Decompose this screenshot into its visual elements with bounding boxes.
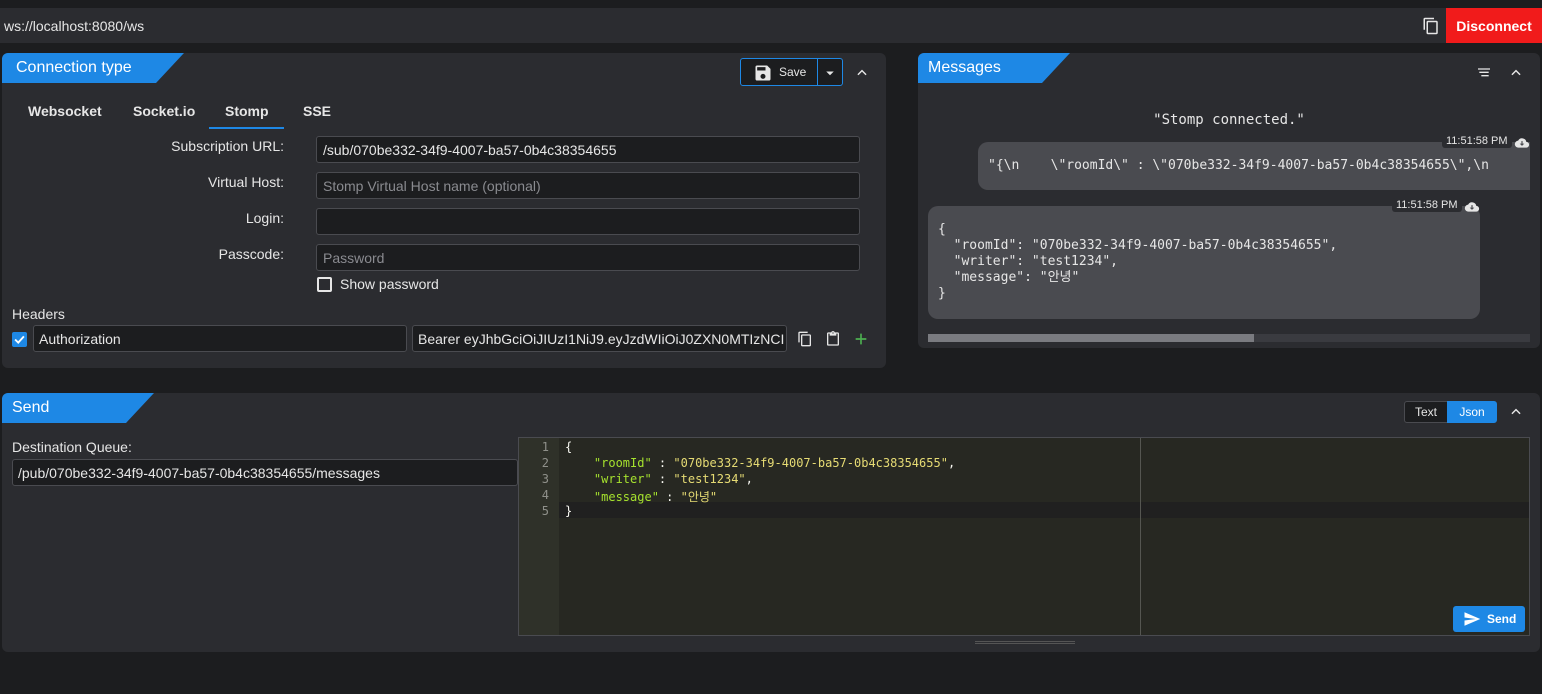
add-header-icon[interactable] [853, 331, 869, 347]
code-line: "message" : "안녕" [593, 490, 718, 504]
passcode-label: Passcode: [218, 246, 284, 262]
messages-scrollbar-thumb[interactable] [928, 334, 1254, 342]
header-key-input[interactable]: Authorization [33, 325, 407, 352]
tab-sse[interactable]: SSE [303, 103, 331, 119]
virtual-host-input[interactable]: Stomp Virtual Host name (optional) [316, 172, 860, 199]
url-text[interactable]: ws://localhost:8080/ws [4, 18, 144, 34]
destination-label: Destination Queue: [12, 439, 132, 455]
message-text: "{\n \"roomId\" : \"070be332-34f9-4007-b… [988, 158, 1489, 173]
connection-panel-title: Connection type [2, 53, 184, 83]
tab-socketio[interactable]: Socket.io [133, 103, 195, 119]
cloud-download-icon[interactable] [1464, 200, 1480, 214]
send-panel-title: Send [2, 393, 154, 423]
passcode-input[interactable]: Password [316, 244, 860, 271]
disconnect-button[interactable]: Disconnect [1446, 8, 1542, 43]
code-line: "writer" : "test1234", [593, 472, 753, 486]
status-message: "Stomp connected." [1153, 112, 1305, 128]
virtual-host-label: Virtual Host: [208, 174, 284, 190]
header-enabled-checkbox[interactable] [12, 332, 27, 347]
messages-panel-title: Messages [918, 53, 1070, 83]
copy-header-icon[interactable] [797, 331, 813, 347]
line-number: 5 [541, 504, 549, 518]
code-line: { [565, 440, 573, 454]
line-number: 4 [541, 488, 549, 502]
resize-handle[interactable] [975, 641, 1075, 644]
check-icon [14, 335, 25, 344]
collapse-connection-icon[interactable] [855, 66, 869, 80]
show-password-checkbox[interactable] [317, 277, 332, 292]
subscription-url-input[interactable]: /sub/070be332-34f9-4007-ba57-0b4c3835465… [316, 136, 860, 163]
paste-header-icon[interactable] [825, 331, 841, 347]
cloud-download-icon[interactable] [1514, 136, 1530, 150]
header-value-input[interactable]: Bearer eyJhbGciOiJIUzI1NiJ9.eyJzdWIiOiJ0… [412, 325, 787, 352]
line-number: 2 [541, 456, 549, 470]
line-number: 1 [541, 440, 549, 454]
save-label: Save [779, 65, 807, 79]
active-tab-indicator [209, 127, 284, 129]
line-number: 3 [541, 472, 549, 486]
send-label: Send [1487, 612, 1517, 626]
message-timestamp: 11:51:58 PM [1392, 198, 1462, 212]
show-password-label: Show password [340, 276, 439, 292]
editor-print-margin [1140, 438, 1141, 635]
destination-input[interactable]: /pub/070be332-34f9-4007-ba57-0b4c3835465… [12, 459, 518, 486]
subscription-url-label: Subscription URL: [171, 138, 284, 154]
headers-label: Headers [12, 306, 65, 322]
collapse-messages-icon[interactable] [1509, 66, 1523, 80]
code-line: "roomId" : "070be332-34f9-4007-ba57-0b4c… [593, 456, 956, 470]
save-separator [817, 59, 818, 85]
connection-bar: ws://localhost:8080/ws Disconnect [0, 8, 1542, 43]
json-editor[interactable]: 1 2 3 4 5 { "roomId" : "070be332-34f9-40… [518, 437, 1530, 636]
message-text: { "roomId": "070be332-34f9-4007-ba57-0b4… [938, 222, 1338, 301]
message-timestamp: 11:51:58 PM [1442, 134, 1512, 148]
send-icon [1464, 612, 1481, 626]
tab-stomp[interactable]: Stomp [225, 103, 269, 119]
collapse-send-icon[interactable] [1509, 405, 1523, 419]
format-json-button[interactable]: Json [1447, 401, 1497, 423]
copy-icon[interactable] [1422, 17, 1440, 35]
login-label: Login: [245, 210, 284, 226]
chevron-down-icon[interactable] [821, 64, 839, 82]
message-bubble[interactable]: { "roomId": "070be332-34f9-4007-ba57-0b4… [928, 206, 1480, 319]
message-bubble[interactable]: "{\n \"roomId\" : \"070be332-34f9-4007-b… [978, 142, 1530, 190]
clear-messages-icon[interactable] [1476, 65, 1492, 81]
tab-websocket[interactable]: Websocket [28, 103, 102, 119]
save-button[interactable]: Save [740, 58, 843, 86]
send-button[interactable]: Send [1453, 606, 1525, 632]
code-line: } [565, 504, 573, 518]
save-icon [755, 65, 771, 81]
format-text-button[interactable]: Text [1404, 401, 1448, 423]
login-input[interactable] [316, 208, 860, 235]
